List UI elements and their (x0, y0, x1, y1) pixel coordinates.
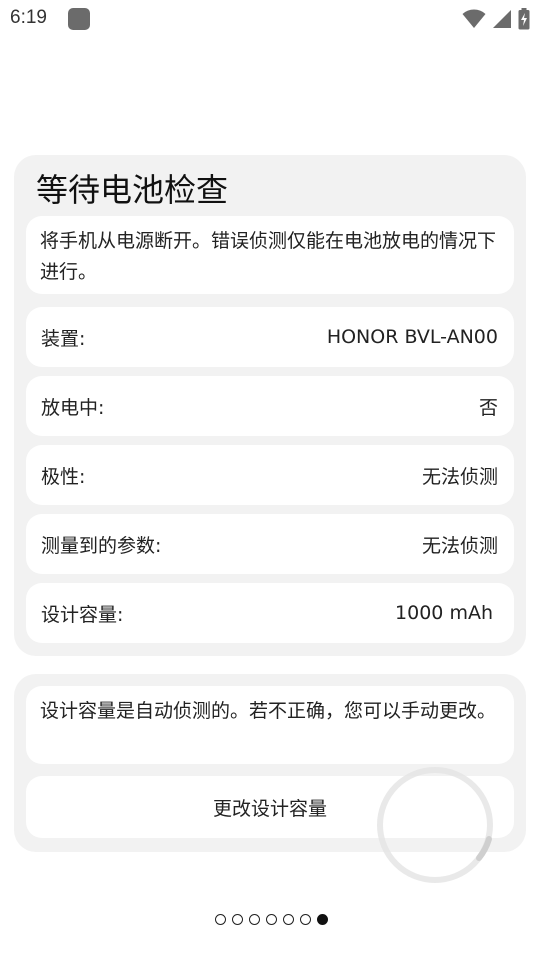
cell-signal-icon (493, 10, 511, 28)
page-dot[interactable] (232, 914, 243, 925)
page-indicator (0, 914, 540, 925)
page-dot[interactable] (283, 914, 294, 925)
info-value: 无法侦测 (421, 534, 498, 557)
status-time: 6:19 (10, 7, 47, 28)
info-label: 测量到的参数: (41, 534, 162, 557)
info-value: 无法侦测 (421, 465, 498, 488)
disconnect-notice: 将手机从电源断开。错误侦测仅能在电池放电的情况下进行。 (26, 216, 514, 294)
app-notification-icon (68, 8, 90, 30)
battery-charging-icon (518, 8, 530, 30)
card-title: 等待电池检查 (36, 171, 229, 209)
page-dot[interactable] (300, 914, 311, 925)
page-dot[interactable] (266, 914, 277, 925)
info-label: 设计容量: (41, 603, 124, 626)
info-label: 装置: (41, 327, 86, 350)
status-bar: 6:19 (0, 0, 540, 38)
info-row-polarity: 极性: 无法侦测 (26, 445, 514, 505)
battery-check-card: 等待电池检查 将手机从电源断开。错误侦测仅能在电池放电的情况下进行。 装置: H… (14, 155, 526, 656)
wifi-icon (462, 9, 486, 28)
info-label: 放电中: (41, 396, 105, 419)
info-value: 1000 mAh (395, 602, 493, 624)
page-dot-active[interactable] (317, 914, 328, 925)
capacity-notice: 设计容量是自动侦测的。若不正确，您可以手动更改。 (26, 686, 514, 764)
info-row-device: 装置: HONOR BVL-AN00 (26, 307, 514, 367)
info-value: HONOR BVL-AN00 (326, 326, 498, 348)
design-capacity-card: 设计容量是自动侦测的。若不正确，您可以手动更改。 更改设计容量 (14, 674, 526, 852)
info-row-measured-params: 测量到的参数: 无法侦测 (26, 514, 514, 574)
change-design-capacity-button[interactable]: 更改设计容量 (26, 776, 514, 838)
info-row-design-capacity: 设计容量: 1000 mAh (26, 583, 514, 643)
page-dot[interactable] (215, 914, 226, 925)
page-dot[interactable] (249, 914, 260, 925)
info-value: 否 (478, 396, 498, 419)
info-label: 极性: (41, 465, 86, 488)
info-row-discharging: 放电中: 否 (26, 376, 514, 436)
status-icons (462, 8, 530, 30)
